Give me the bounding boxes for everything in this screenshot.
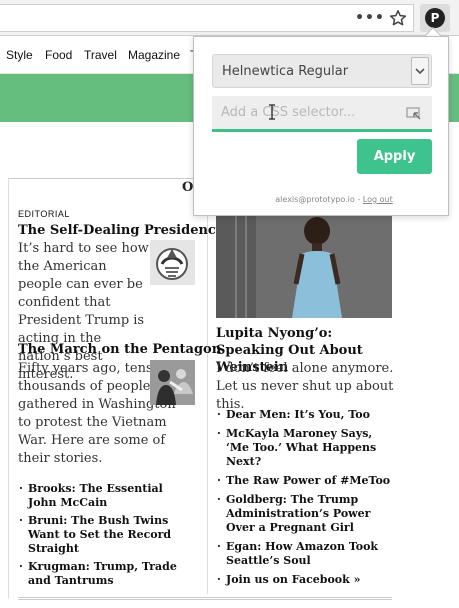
list-item[interactable]: Goldberg: The Trump Administration’s Pow… [216,493,396,535]
section-heading[interactable]: O [182,180,193,195]
logout-link[interactable]: Log out [363,195,393,204]
address-bar[interactable] [0,4,414,32]
prototypo-extension-button[interactable]: P [420,4,450,32]
list-item-label[interactable]: Dear Men: It’s You, Too [226,408,370,421]
editorial-kicker: EDITORIAL [18,209,70,219]
browser-toolbar: ••• P [0,0,459,36]
list-item-label[interactable]: Krugman: Trump, Trade and Tantrums [28,560,177,587]
list-item[interactable]: Brooks: The Essential John McCain [18,482,194,510]
column-divider [207,196,208,594]
column-divider [8,178,9,598]
opinion-links-left: Brooks: The Essential John McCain Bruni:… [18,482,194,588]
opinion-links-right: Dear Men: It’s You, Too McKayla Maroney … [216,408,396,587]
list-item-label[interactable]: The Raw Power of #MeToo [226,474,390,487]
list-item[interactable]: Krugman: Trump, Trade and Tantrums [18,560,194,588]
list-item-label[interactable]: Bruni: The Bush Twins Want to Set the Re… [28,514,171,555]
prototypo-popup: Helnewtica Regular Apply alexis@prototyp… [193,36,449,216]
nav-item-style[interactable]: Style [6,48,33,62]
pentagon-headline[interactable]: The March on the Pentagon [18,342,221,357]
list-item[interactable]: Join us on Facebook » [216,573,396,587]
editorial-thumbnail[interactable] [150,240,195,285]
feature-summary: I don’t feel alone anymore. Let us never… [216,361,394,412]
editorial-headline[interactable]: The Self-Dealing Presidency [18,223,223,238]
text-cursor-icon [268,104,276,120]
css-selector-input[interactable] [212,96,432,132]
pentagon-thumbnail[interactable] [150,360,195,405]
font-select-value: Helnewtica Regular [222,64,349,79]
separator: - [354,195,363,204]
nav-item-food[interactable]: Food [45,48,72,62]
star-outline-icon[interactable] [386,7,410,29]
account-line: alexis@prototypo.io - Log out [194,195,448,204]
list-item-label[interactable]: Join us on Facebook » [226,573,360,586]
nav-item-magazine[interactable]: Magazine [128,48,180,62]
list-item-label[interactable]: Egan: How Amazon Took Seattle’s Soul [226,540,378,567]
apply-button[interactable]: Apply [357,139,432,174]
list-item[interactable]: The Raw Power of #MeToo [216,474,396,488]
list-item[interactable]: McKayla Maroney Says, ‘Me Too.’ What Hap… [216,427,396,469]
chevron-down-icon[interactable] [411,57,429,85]
list-item-label[interactable]: Brooks: The Essential John McCain [28,482,163,509]
section-rule [18,597,392,600]
list-item[interactable]: Egan: How Amazon Took Seattle’s Soul [216,540,396,568]
feature-photo[interactable] [216,214,392,318]
prototypo-logo-icon: P [425,8,445,28]
more-dots-icon[interactable]: ••• [355,7,384,29]
nav-item-travel[interactable]: Travel [84,48,117,62]
element-picker-icon[interactable] [406,106,422,120]
font-select[interactable]: Helnewtica Regular [212,54,432,88]
list-item[interactable]: Bruni: The Bush Twins Want to Set the Re… [18,514,194,556]
account-email: alexis@prototypo.io [275,195,355,204]
list-item[interactable]: Dear Men: It’s You, Too [216,408,396,422]
list-item-label[interactable]: Goldberg: The Trump Administration’s Pow… [226,493,370,534]
list-item-label[interactable]: McKayla Maroney Says, ‘Me Too.’ What Hap… [226,427,376,468]
